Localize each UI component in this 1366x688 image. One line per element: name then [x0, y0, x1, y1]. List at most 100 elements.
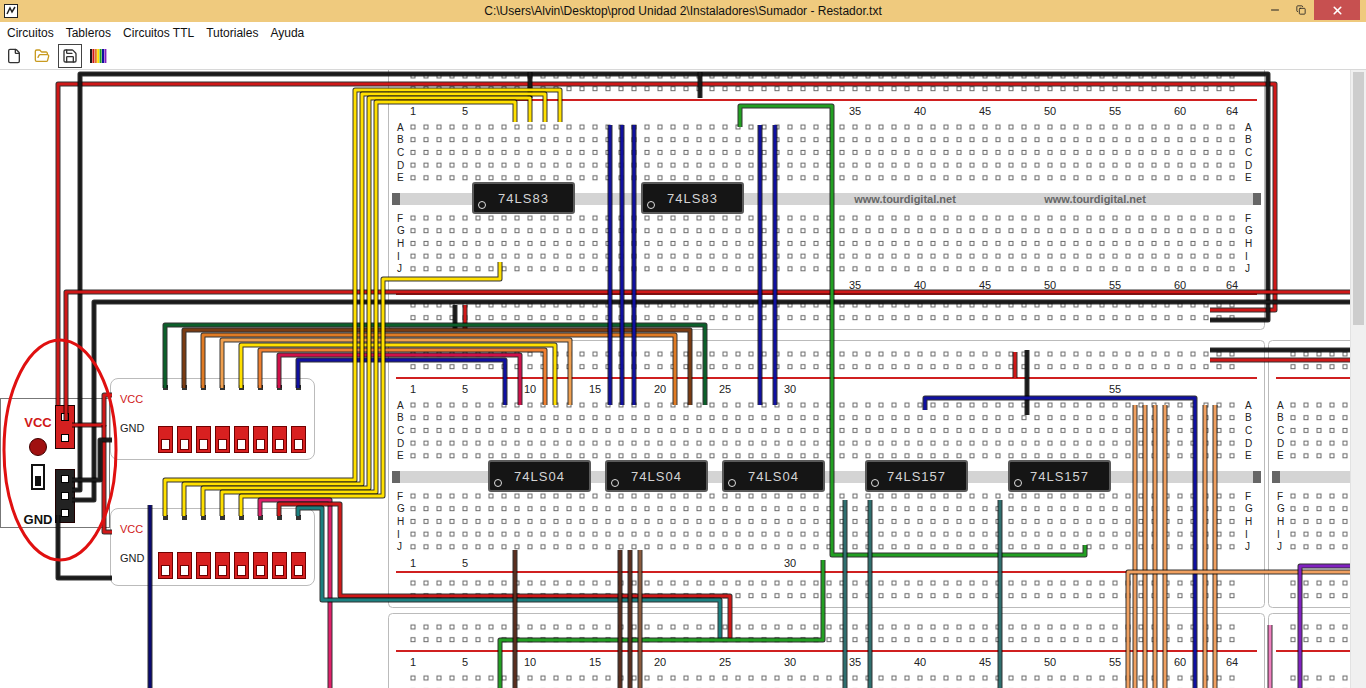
wire[interactable]	[279, 355, 520, 405]
wire[interactable]	[500, 560, 823, 688]
wire[interactable]	[622, 125, 623, 405]
dip-switch[interactable]	[234, 552, 249, 579]
wire[interactable]	[1165, 405, 1166, 688]
wire[interactable]	[455, 305, 456, 330]
switch-pin[interactable]	[234, 385, 249, 391]
switch-pin[interactable]	[253, 385, 268, 391]
wire[interactable]	[279, 504, 730, 640]
switch-pin[interactable]	[234, 515, 249, 521]
wire[interactable]	[72, 440, 112, 480]
wire[interactable]	[760, 125, 761, 405]
wire[interactable]	[165, 90, 560, 516]
switch-pin[interactable]	[291, 515, 306, 521]
dip-switch[interactable]	[215, 552, 230, 579]
wire[interactable]	[298, 360, 505, 405]
wire[interactable]	[203, 335, 675, 405]
wire[interactable]	[1128, 572, 1350, 688]
circuit-canvas[interactable]: 153540455055606435404550556064ABCDEFGHIJ…	[0, 70, 1350, 688]
chip[interactable]: 74LS83	[641, 182, 744, 214]
wire-colors-button[interactable]	[86, 44, 110, 68]
switch-pin[interactable]	[196, 515, 211, 521]
wire[interactable]	[165, 325, 705, 405]
dip-switch[interactable]	[158, 552, 173, 579]
dip-switch[interactable]	[215, 426, 230, 453]
wire[interactable]	[104, 425, 112, 532]
open-button[interactable]	[30, 44, 54, 68]
wire[interactable]	[260, 500, 330, 688]
dip-switch[interactable]	[196, 552, 211, 579]
switch-pin[interactable]	[177, 385, 192, 391]
switch-pin[interactable]	[215, 515, 230, 521]
chip[interactable]: 74LS157	[1008, 460, 1111, 492]
switch-pin[interactable]	[272, 385, 287, 391]
wire[interactable]	[72, 302, 1350, 500]
switch-pin[interactable]	[253, 515, 268, 521]
power-supply[interactable]: VCCGND	[0, 398, 110, 528]
dip-switch[interactable]	[291, 552, 306, 579]
wire[interactable]	[775, 125, 776, 405]
wire[interactable]	[1027, 350, 1028, 415]
vcc-terminal[interactable]	[55, 405, 75, 449]
switch-pin[interactable]	[177, 515, 192, 521]
wire[interactable]	[58, 515, 112, 578]
gnd-terminal[interactable]	[55, 469, 75, 523]
wire[interactable]	[222, 340, 570, 405]
wire[interactable]	[150, 505, 151, 688]
wire[interactable]	[630, 550, 631, 688]
close-button[interactable]	[1314, 0, 1360, 20]
dip-switch[interactable]	[196, 426, 211, 453]
wire[interactable]	[634, 125, 635, 405]
new-button[interactable]	[2, 44, 26, 68]
chip[interactable]: 74LS04	[605, 460, 708, 492]
wire[interactable]	[222, 102, 515, 516]
dip-switch[interactable]	[253, 426, 268, 453]
scrollbar-thumb[interactable]	[1353, 72, 1364, 325]
wire[interactable]	[1210, 360, 1350, 361]
dip-switch[interactable]	[272, 426, 287, 453]
dip-switch[interactable]	[234, 426, 249, 453]
wire[interactable]	[1145, 405, 1146, 688]
dip-switch[interactable]	[253, 552, 268, 579]
wire[interactable]	[241, 262, 500, 516]
dip-switch[interactable]	[272, 552, 287, 579]
menu-item[interactable]: Circuitos	[1, 23, 60, 43]
wire[interactable]	[610, 125, 611, 405]
wire[interactable]	[72, 395, 112, 425]
vertical-scrollbar[interactable]	[1350, 70, 1366, 688]
wire[interactable]	[740, 106, 1085, 555]
wire[interactable]	[620, 550, 621, 688]
menu-item[interactable]: Circuitos TTL	[117, 23, 200, 43]
dip-switch[interactable]	[177, 426, 192, 453]
wire[interactable]	[1215, 405, 1216, 688]
chip[interactable]: 74LS04	[488, 460, 591, 492]
wire[interactable]	[1015, 352, 1016, 378]
wire[interactable]	[1270, 625, 1271, 688]
restore-button[interactable]	[1288, 0, 1314, 20]
wire[interactable]	[1135, 405, 1136, 688]
switch-pin[interactable]	[158, 385, 173, 391]
wire[interactable]	[184, 94, 545, 516]
minimize-button[interactable]	[1262, 0, 1288, 20]
wire[interactable]	[870, 500, 871, 688]
wire[interactable]	[184, 330, 690, 405]
wire[interactable]	[530, 72, 531, 98]
switch-pin[interactable]	[158, 515, 173, 521]
wire[interactable]	[465, 305, 466, 330]
wire[interactable]	[66, 292, 1350, 420]
menu-item[interactable]: Tableros	[60, 23, 117, 43]
power-switch[interactable]	[31, 464, 45, 490]
switch-pin[interactable]	[291, 385, 306, 391]
wire[interactable]	[241, 345, 555, 405]
wire[interactable]	[58, 84, 1275, 405]
wire[interactable]	[1205, 405, 1206, 688]
wire[interactable]	[72, 74, 1268, 490]
switch-pin[interactable]	[215, 385, 230, 391]
switch-pin[interactable]	[196, 385, 211, 391]
wire[interactable]	[1300, 566, 1350, 688]
wire[interactable]	[1000, 500, 1001, 688]
chip[interactable]: 74LS83	[472, 182, 575, 214]
menu-item[interactable]: Ayuda	[264, 23, 310, 43]
wire[interactable]	[925, 398, 1195, 688]
chip[interactable]: 74LS157	[865, 460, 968, 492]
save-button[interactable]	[58, 44, 82, 68]
